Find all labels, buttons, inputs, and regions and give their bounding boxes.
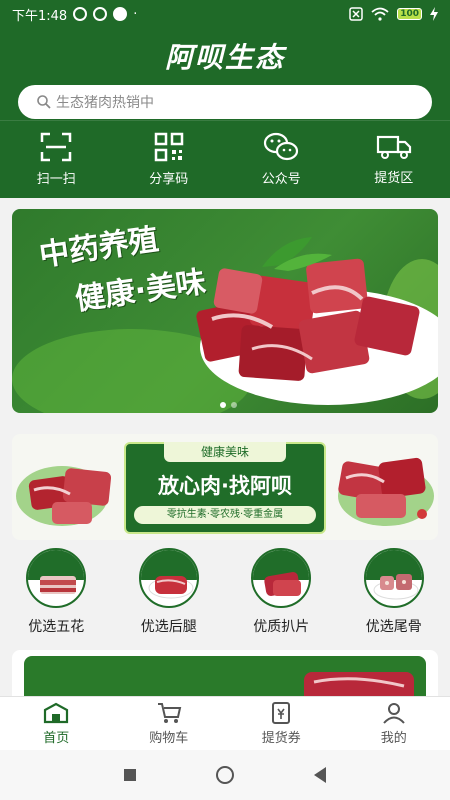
category-label: 优质扒片 bbox=[253, 619, 310, 635]
category-image bbox=[138, 548, 199, 608]
featured-section[interactable] bbox=[12, 650, 438, 696]
category-item[interactable]: 优选后腿 bbox=[113, 548, 226, 640]
category-label: 优选尾骨 bbox=[365, 619, 422, 635]
quick-nav: 扫一扫 分享码 公众号 提货区 bbox=[0, 120, 450, 198]
user-icon bbox=[383, 702, 405, 724]
bottom-tab-bar: 首页 购物车 提货券 我的 bbox=[0, 696, 450, 750]
quick-nav-share-code[interactable]: 分享码 bbox=[113, 121, 226, 198]
notification-icon bbox=[93, 7, 108, 21]
status-bar: 下午1:48 · 100 bbox=[0, 0, 450, 28]
scan-icon bbox=[41, 132, 72, 162]
promo-title: 放心肉·找阿呗 bbox=[158, 474, 292, 498]
cart-icon bbox=[157, 702, 181, 723]
category-image bbox=[251, 548, 312, 608]
promo-tag: 健康美味 bbox=[164, 442, 286, 462]
battery-icon: 100 bbox=[397, 8, 422, 20]
tab-coupon[interactable]: 提货券 bbox=[225, 697, 338, 750]
category-item[interactable]: 优选五花 bbox=[0, 548, 113, 640]
tab-label: 购物车 bbox=[149, 730, 189, 746]
tab-mine[interactable]: 我的 bbox=[338, 697, 450, 750]
tab-cart[interactable]: 购物车 bbox=[113, 697, 226, 750]
category-item[interactable]: 优质扒片 bbox=[225, 548, 338, 640]
wechat-icon bbox=[264, 132, 299, 161]
promo-meat-left-image bbox=[16, 466, 112, 526]
wifi-icon bbox=[371, 7, 389, 21]
category-image bbox=[26, 548, 87, 608]
qr-code-icon bbox=[154, 132, 183, 162]
carousel-dot bbox=[231, 402, 237, 408]
quick-nav-pickup[interactable]: 提货区 bbox=[338, 121, 450, 198]
charging-icon bbox=[430, 7, 438, 21]
promo-subtitle: 零抗生素·零农残·零重金属 bbox=[134, 506, 316, 524]
category-image bbox=[363, 548, 424, 608]
category-label: 优选五花 bbox=[28, 619, 85, 635]
system-nav-bar bbox=[0, 750, 450, 800]
status-time: 下午1:48 bbox=[12, 8, 68, 24]
tab-label: 首页 bbox=[43, 730, 70, 746]
back-icon[interactable] bbox=[314, 767, 326, 783]
check-icon bbox=[113, 7, 128, 21]
truck-icon bbox=[376, 135, 411, 159]
tab-label: 提货券 bbox=[261, 730, 301, 746]
app-header: 阿呗生态 生态猪肉热销中 bbox=[0, 28, 450, 120]
carousel-indicator bbox=[220, 402, 237, 408]
notification-icon bbox=[73, 7, 88, 21]
quick-nav-scan[interactable]: 扫一扫 bbox=[0, 121, 113, 198]
category-list: 优选五花 优选后腿 优质扒片 优选尾骨 bbox=[0, 548, 450, 640]
tab-home[interactable]: 首页 bbox=[0, 697, 113, 750]
home-button-icon[interactable] bbox=[216, 766, 234, 784]
quick-nav-label: 扫一扫 bbox=[36, 172, 76, 187]
promo-strip[interactable]: 健康美味 放心肉·找阿呗 零抗生素·零农残·零重金属 bbox=[12, 434, 438, 540]
app-logo: 阿呗生态 bbox=[164, 41, 285, 74]
quick-nav-label: 公众号 bbox=[261, 172, 301, 187]
search-icon bbox=[37, 95, 51, 109]
carousel-dot bbox=[220, 402, 226, 408]
promo-card: 健康美味 放心肉·找阿呗 零抗生素·零农残·零重金属 bbox=[124, 442, 326, 534]
tab-label: 我的 bbox=[380, 730, 407, 746]
featured-banner bbox=[24, 656, 426, 696]
sim-icon bbox=[349, 7, 363, 21]
quick-nav-label: 提货区 bbox=[374, 171, 414, 186]
coupon-icon bbox=[272, 701, 291, 724]
quick-nav-label: 分享码 bbox=[149, 172, 189, 187]
quick-nav-official-account[interactable]: 公众号 bbox=[225, 121, 338, 198]
search-input[interactable]: 生态猪肉热销中 bbox=[18, 85, 432, 119]
promo-meat-right-image bbox=[338, 457, 434, 526]
promo-banner[interactable]: 中药养殖 健康·美味 bbox=[12, 209, 438, 413]
category-label: 优选后腿 bbox=[140, 619, 197, 635]
search-placeholder: 生态猪肉热销中 bbox=[56, 95, 154, 111]
recent-apps-icon[interactable] bbox=[124, 769, 136, 781]
category-item[interactable]: 优选尾骨 bbox=[338, 548, 450, 640]
dot-icon: · bbox=[133, 6, 138, 22]
home-icon bbox=[44, 702, 69, 723]
